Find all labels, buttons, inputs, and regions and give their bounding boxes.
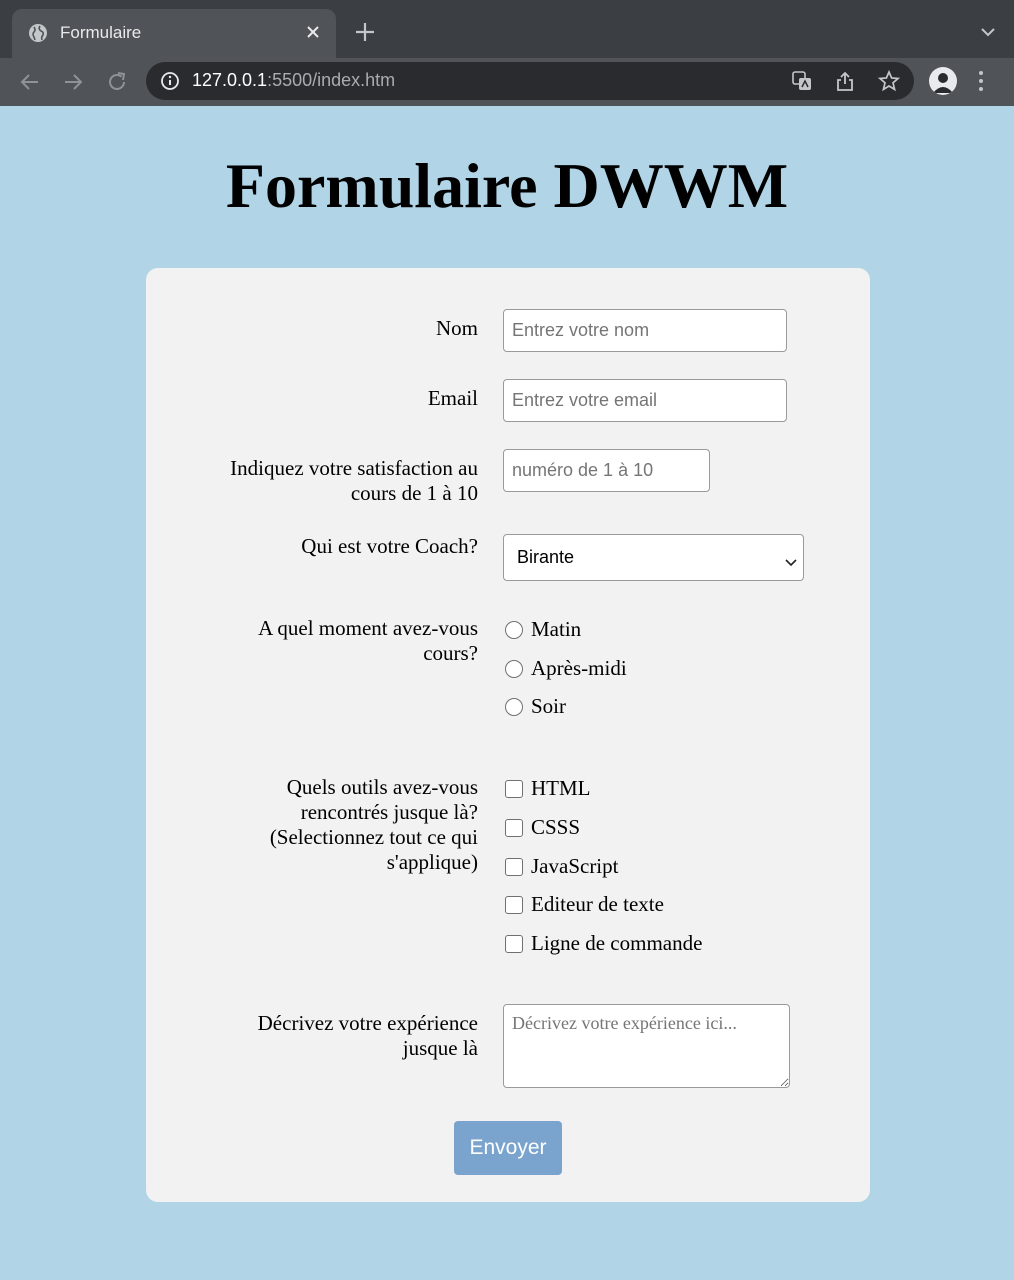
- tool-option-html[interactable]: HTML: [505, 776, 591, 801]
- experience-label-line2: jusque là: [402, 1036, 478, 1060]
- chevron-down-icon: [785, 552, 797, 573]
- tools-label-line3: (Selectionnez tout ce qui: [269, 825, 478, 849]
- tool-option-editeur[interactable]: Editeur de texte: [505, 892, 664, 917]
- tools-label-line1: Quels outils avez-vous: [286, 775, 478, 799]
- address-bar[interactable]: 127.0.0.1:5500/index.htm: [146, 62, 914, 100]
- name-input[interactable]: [503, 309, 787, 352]
- new-tab-icon[interactable]: [354, 21, 376, 48]
- submit-button[interactable]: Envoyer: [454, 1121, 562, 1175]
- form-card: Nom Email Indiquez votre satisfaction au…: [146, 268, 870, 1202]
- reload-icon[interactable]: [105, 70, 129, 94]
- tools-label-line2: rencontrés jusque là?: [300, 800, 478, 824]
- tool-option-javascript[interactable]: JavaScript: [505, 854, 618, 879]
- moment-label-line2: cours?: [423, 641, 478, 665]
- moment-option-soir[interactable]: Soir: [505, 694, 566, 719]
- satisfaction-label-line2: cours de 1 à 10: [350, 481, 478, 505]
- tool-option-ligne-de-commande[interactable]: Ligne de commande: [505, 931, 702, 956]
- moment-option-label: Soir: [531, 694, 567, 718]
- tab-title: Formulaire: [60, 23, 142, 42]
- profile-avatar-icon[interactable]: [929, 67, 957, 95]
- url-host: 127.0.0.1: [192, 70, 268, 90]
- experience-label-line1: Décrivez votre expérience: [257, 1011, 478, 1035]
- checkbox[interactable]: [505, 779, 523, 798]
- info-icon[interactable]: [160, 71, 180, 96]
- email-label: Email: [427, 386, 478, 410]
- tool-option-label: HTML: [531, 776, 591, 800]
- moment-option-apres-midi[interactable]: Après-midi: [505, 656, 627, 681]
- radio-button[interactable]: [505, 620, 523, 639]
- tool-option-label: JavaScript: [531, 854, 619, 878]
- moment-option-matin[interactable]: Matin: [505, 617, 581, 642]
- tool-option-label: Ligne de commande: [531, 931, 703, 955]
- globe-icon: [28, 23, 48, 48]
- checkbox[interactable]: [505, 818, 523, 837]
- browser-tab-bar: Formulaire: [0, 0, 1014, 58]
- translate-icon[interactable]: [791, 70, 813, 92]
- coach-label: Qui est votre Coach?: [301, 534, 478, 558]
- coach-select[interactable]: Birante: [503, 534, 804, 581]
- tool-option-label: CSSS: [531, 815, 581, 839]
- checkbox[interactable]: [505, 934, 523, 953]
- coach-selected-value: Birante: [517, 547, 575, 567]
- experience-textarea[interactable]: [503, 1004, 790, 1088]
- satisfaction-label: Indiquez votre satisfaction au cours de …: [178, 456, 478, 506]
- checkbox[interactable]: [505, 895, 523, 914]
- checkbox[interactable]: [505, 857, 523, 876]
- name-label: Nom: [436, 316, 478, 340]
- tools-label: Quels outils avez-vous rencontrés jusque…: [178, 775, 478, 875]
- moment-label: A quel moment avez-vous cours?: [178, 616, 478, 666]
- url-path: :5500/index.htm: [267, 70, 396, 90]
- moment-option-label: Matin: [531, 617, 582, 641]
- back-arrow-icon[interactable]: [18, 70, 42, 94]
- url-text: 127.0.0.1:5500/index.htm: [192, 70, 395, 91]
- browser-tab[interactable]: Formulaire: [12, 9, 336, 58]
- email-input[interactable]: [503, 379, 787, 422]
- satisfaction-label-line1: Indiquez votre satisfaction au: [230, 456, 478, 480]
- radio-button[interactable]: [505, 697, 523, 716]
- tools-label-line4: s'applique): [386, 850, 478, 874]
- experience-label: Décrivez votre expérience jusque là: [178, 1011, 478, 1061]
- menu-dots-icon[interactable]: [978, 70, 984, 97]
- radio-button[interactable]: [505, 659, 523, 678]
- satisfaction-input[interactable]: [503, 449, 710, 492]
- tool-option-csss[interactable]: CSSS: [505, 815, 580, 840]
- moment-option-label: Après-midi: [531, 656, 627, 680]
- page-title: Formulaire DWWM: [225, 150, 789, 221]
- browser-toolbar: 127.0.0.1:5500/index.htm: [0, 58, 1014, 106]
- close-icon[interactable]: [302, 21, 324, 43]
- forward-arrow-icon[interactable]: [61, 70, 85, 94]
- chevron-down-icon[interactable]: [980, 25, 996, 43]
- bookmark-star-icon[interactable]: [877, 69, 901, 92]
- tool-option-label: Editeur de texte: [531, 892, 664, 916]
- moment-label-line1: A quel moment avez-vous: [258, 616, 478, 640]
- share-icon[interactable]: [834, 70, 856, 92]
